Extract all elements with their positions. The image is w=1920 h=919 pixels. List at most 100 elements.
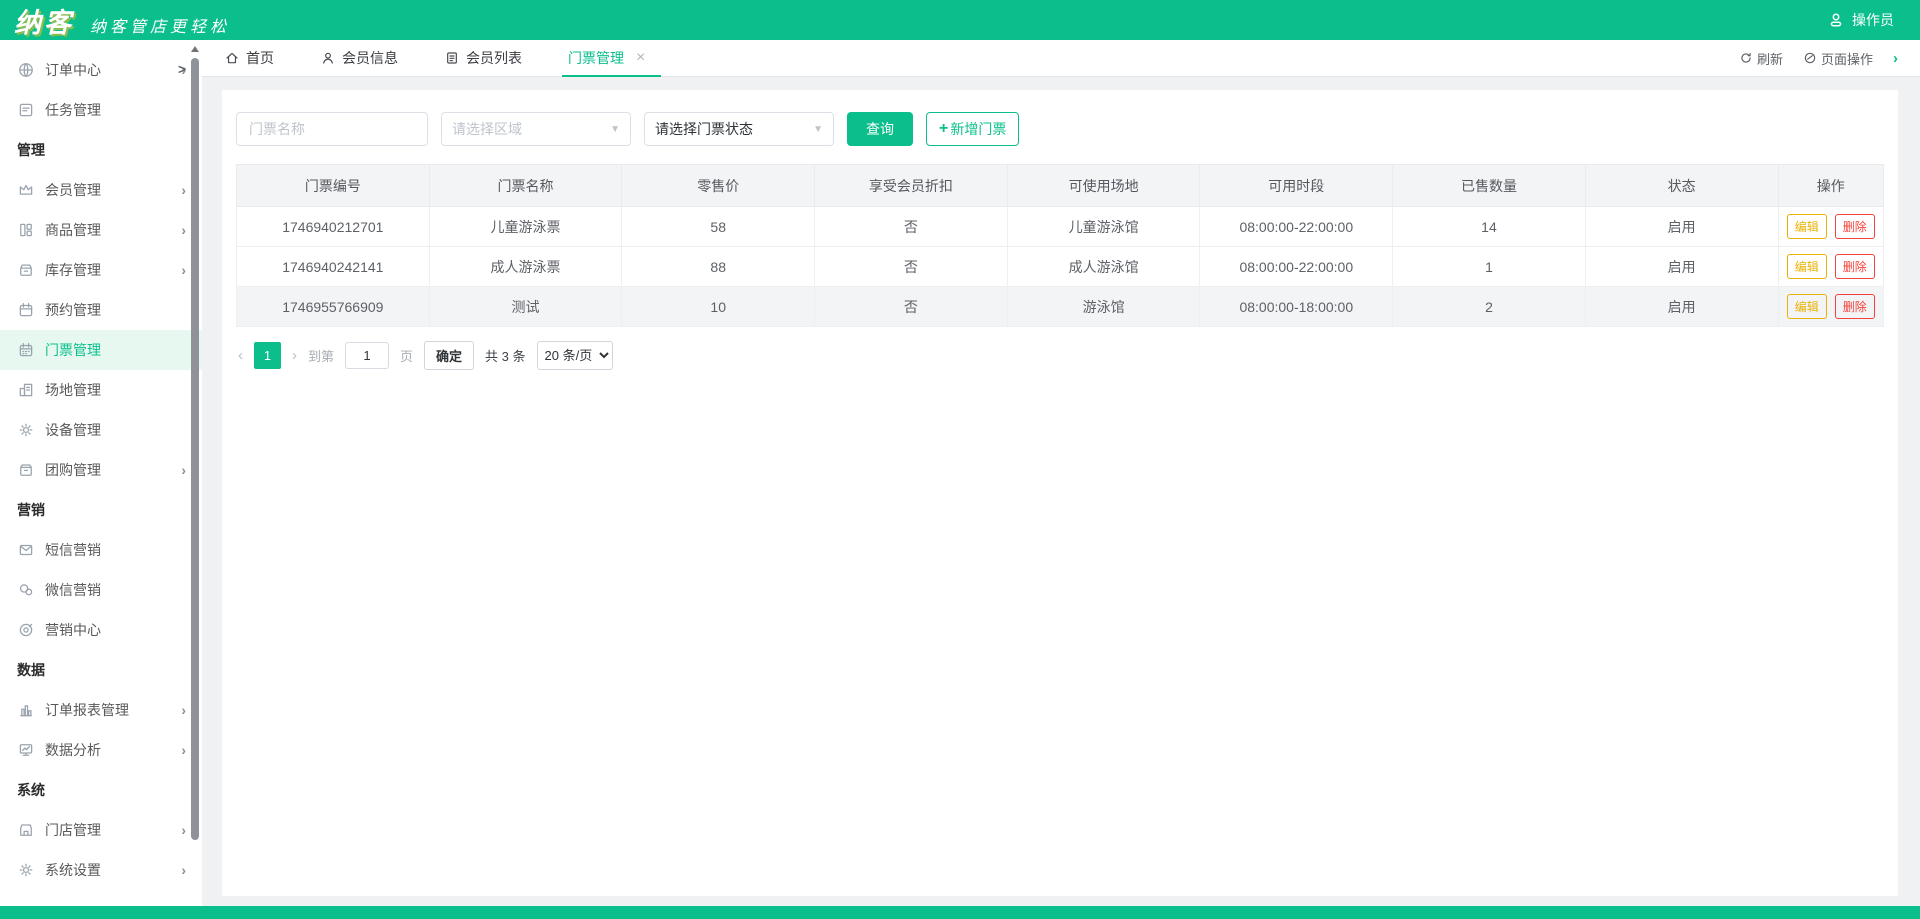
cell-venue: 成人游泳馆 (1007, 247, 1200, 287)
tickets-table: 门票编号 门票名称 零售价 享受会员折扣 可使用场地 可用时段 已售数量 状态 … (236, 164, 1884, 327)
globe-icon (17, 61, 35, 79)
close-icon[interactable]: × (636, 50, 645, 66)
next-page-icon[interactable]: › (292, 347, 297, 364)
user-name: 操作员 (1852, 10, 1894, 30)
sidebar-item-ticket-management[interactable]: 门票管理 (0, 330, 202, 370)
search-button[interactable]: 查询 (847, 112, 913, 146)
bottom-green-bar (0, 906, 1920, 919)
chevron-right-icon: › (181, 462, 186, 478)
prev-page-icon[interactable]: ‹ (238, 347, 243, 364)
page-actions-button[interactable]: 页面操作 (1803, 49, 1873, 68)
delete-button[interactable]: 删除 (1835, 214, 1875, 239)
filter-row: 请选择区域 ▼ 请选择门票状态 ▼ 查询 + 新增门票 (236, 112, 1888, 146)
cell-actions: 编辑删除 (1778, 207, 1884, 247)
add-ticket-button[interactable]: + 新增门票 (926, 112, 1019, 146)
refresh-icon (1739, 51, 1753, 65)
sidebar-item-task[interactable]: 任务管理 (0, 90, 202, 130)
expand-chevron-icon[interactable]: › (1893, 50, 1898, 67)
refresh-label: 刷新 (1757, 49, 1783, 68)
goto-confirm-button[interactable]: 确定 (424, 341, 474, 370)
tab-home[interactable]: 首页 (224, 40, 274, 76)
tab-member-list[interactable]: 会员列表 (444, 40, 522, 76)
groupbuy-box-icon (17, 461, 35, 479)
tab-label: 门票管理 (568, 48, 624, 68)
gear-icon (17, 421, 35, 439)
current-page-button[interactable]: 1 (254, 342, 281, 369)
tab-label: 会员列表 (466, 48, 522, 68)
delete-button[interactable]: 删除 (1835, 254, 1875, 279)
sidebar-item-label: 任务管理 (45, 100, 186, 120)
scroll-up-arrow-icon[interactable] (191, 46, 199, 52)
tab-member-info[interactable]: 会员信息 (320, 40, 398, 76)
cell-ticket-id: 1746955766909 (237, 287, 430, 327)
cell-ticket-name: 儿童游泳票 (429, 207, 622, 247)
sidebar-item-order-report[interactable]: 订单报表管理 › (0, 690, 202, 730)
ticket-status-select[interactable]: 请选择门票状态 ▼ (644, 112, 834, 146)
tab-ticket-management[interactable]: 门票管理 × (568, 40, 645, 76)
store-icon (17, 821, 35, 839)
bar-chart-icon (17, 701, 35, 719)
inventory-box-icon (17, 261, 35, 279)
sidebar-section-marketing: 营销 (0, 490, 202, 530)
tab-bar: 首页 会员信息 会员列表 门票管理 × 刷新 (202, 40, 1920, 77)
table-row: 1746940242141 成人游泳票 88 否 成人游泳馆 08:00:00-… (237, 247, 1884, 287)
goto-page-input[interactable] (345, 342, 389, 369)
edit-button[interactable]: 编辑 (1787, 294, 1827, 319)
col-member-discount: 享受会员折扣 (815, 165, 1008, 207)
sidebar-item-order-center[interactable]: 订单中心 › (0, 50, 202, 90)
sidebar-item-wechat-marketing[interactable]: 微信营销 (0, 570, 202, 610)
sidebar-item-label: 营销中心 (45, 620, 186, 640)
mail-icon (17, 541, 35, 559)
cell-sold-count: 2 (1393, 287, 1586, 327)
app-header: 纳客 纳客管店更轻松 操作员 (0, 0, 1920, 40)
delete-button[interactable]: 删除 (1835, 294, 1875, 319)
col-ticket-name: 门票名称 (429, 165, 622, 207)
target-icon (17, 621, 35, 639)
chevron-right-icon: › (181, 262, 186, 278)
user-menu[interactable]: 操作员 (1827, 10, 1894, 30)
sidebar-item-label: 预约管理 (45, 300, 186, 320)
refresh-button[interactable]: 刷新 (1739, 49, 1783, 68)
sidebar-item-booking-management[interactable]: 预约管理 (0, 290, 202, 330)
tab-label: 会员信息 (342, 48, 398, 68)
plus-icon: + (939, 121, 948, 137)
page-size-select[interactable]: 20 条/页 (537, 341, 613, 370)
sidebar-section-system: 系统 (0, 770, 202, 810)
area-select-placeholder: 请选择区域 (452, 119, 522, 139)
sidebar-item-member-management[interactable]: 会员管理 › (0, 170, 202, 210)
add-ticket-label: 新增门票 (950, 119, 1006, 139)
sidebar-item-data-analysis[interactable]: 数据分析 › (0, 730, 202, 770)
cell-actions: 编辑删除 (1778, 287, 1884, 327)
col-retail-price: 零售价 (622, 165, 815, 207)
sidebar-item-system-settings[interactable]: 系统设置 › (0, 850, 202, 890)
sidebar-item-label: 系统设置 (45, 860, 181, 880)
sidebar-item-inventory-management[interactable]: 库存管理 › (0, 250, 202, 290)
edit-button[interactable]: 编辑 (1787, 254, 1827, 279)
dropdown-caret-icon: ▼ (813, 124, 823, 135)
sidebar-item-label: 数据分析 (45, 740, 181, 760)
content-area: 请选择区域 ▼ 请选择门票状态 ▼ 查询 + 新增门票 (202, 77, 1920, 919)
cell-ticket-name: 测试 (429, 287, 622, 327)
sidebar-item-label: 设备管理 (45, 420, 186, 440)
sidebar-item-goods-management[interactable]: 商品管理 › (0, 210, 202, 250)
sidebar-item-store-management[interactable]: 门店管理 › (0, 810, 202, 850)
cell-sold-count: 14 (1393, 207, 1586, 247)
goto-prefix-label: 到第 (308, 346, 334, 365)
sidebar-scrollbar[interactable] (190, 42, 200, 917)
cell-ticket-id: 1746940212701 (237, 207, 430, 247)
sidebar-item-groupbuy-management[interactable]: 团购管理 › (0, 450, 202, 490)
app-logo: 纳客 (14, 1, 74, 40)
edit-button[interactable]: 编辑 (1787, 214, 1827, 239)
sidebar-item-label: 商品管理 (45, 220, 181, 240)
sidebar-item-sms-marketing[interactable]: 短信营销 (0, 530, 202, 570)
scrollbar-thumb[interactable] (191, 58, 199, 840)
area-select[interactable]: 请选择区域 ▼ (441, 112, 631, 146)
cell-ticket-id: 1746940242141 (237, 247, 430, 287)
cell-sold-count: 1 (1393, 247, 1586, 287)
sidebar-item-marketing-center[interactable]: 营销中心 (0, 610, 202, 650)
sidebar-item-venue-management[interactable]: 场地管理 (0, 370, 202, 410)
ticket-name-input[interactable] (236, 112, 428, 146)
brand-slogan: 纳客管店更轻松 (90, 13, 230, 37)
sidebar-item-device-management[interactable]: 设备管理 (0, 410, 202, 450)
sidebar-collapse-toggle[interactable]: > (178, 61, 186, 77)
